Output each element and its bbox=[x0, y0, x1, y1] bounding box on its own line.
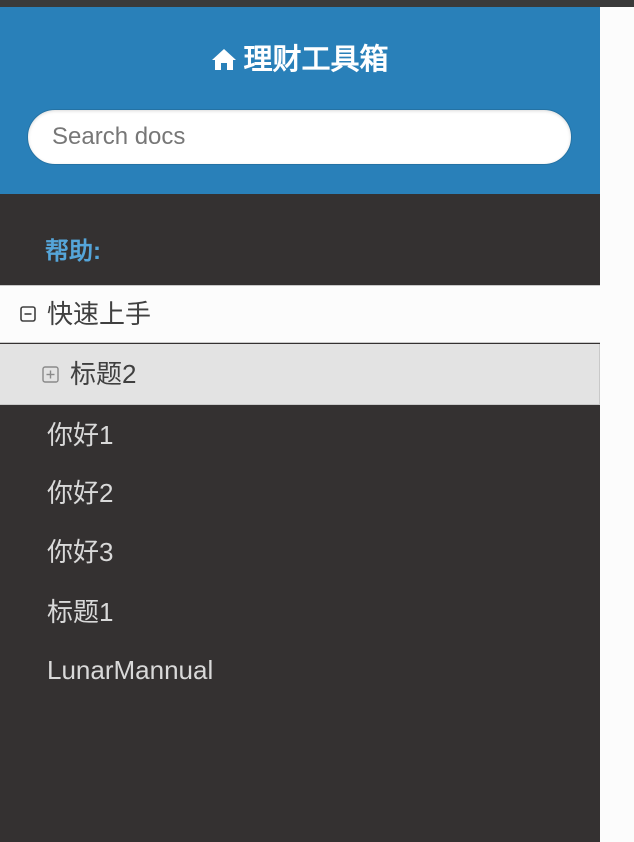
brand-title: 理财工具箱 bbox=[243, 44, 389, 76]
sidebar: 理财工具箱 帮助: 快速上手 标题2 你好1 你好2 你好3 标题1 Lunar… bbox=[0, 7, 600, 842]
home-icon bbox=[212, 49, 237, 70]
nav-item-label: 快速上手 bbox=[47, 299, 152, 329]
nav-item-label: 标题2 bbox=[70, 359, 137, 389]
nav-link-hello3[interactable]: 你好3 bbox=[47, 532, 113, 572]
nav-caption: 帮助: bbox=[45, 238, 101, 265]
search-input[interactable] bbox=[28, 110, 571, 164]
home-link[interactable]: 理财工具箱 bbox=[0, 40, 600, 80]
window-top-bar bbox=[0, 0, 634, 7]
nav-link-hello2[interactable]: 你好2 bbox=[47, 473, 113, 513]
nav-item-title2[interactable]: 标题2 bbox=[0, 344, 600, 405]
plus-square-icon[interactable] bbox=[42, 366, 59, 383]
minus-square-icon[interactable] bbox=[20, 306, 36, 322]
sidebar-header: 理财工具箱 bbox=[0, 7, 600, 194]
content-area bbox=[600, 7, 634, 842]
nav-link-hello1[interactable]: 你好1 bbox=[47, 415, 113, 455]
nav-item-quick-start[interactable]: 快速上手 bbox=[0, 285, 600, 343]
nav-link-title1[interactable]: 标题1 bbox=[47, 592, 113, 632]
search-box bbox=[27, 109, 572, 165]
nav-link-lunarmannual[interactable]: LunarMannual bbox=[47, 650, 213, 690]
